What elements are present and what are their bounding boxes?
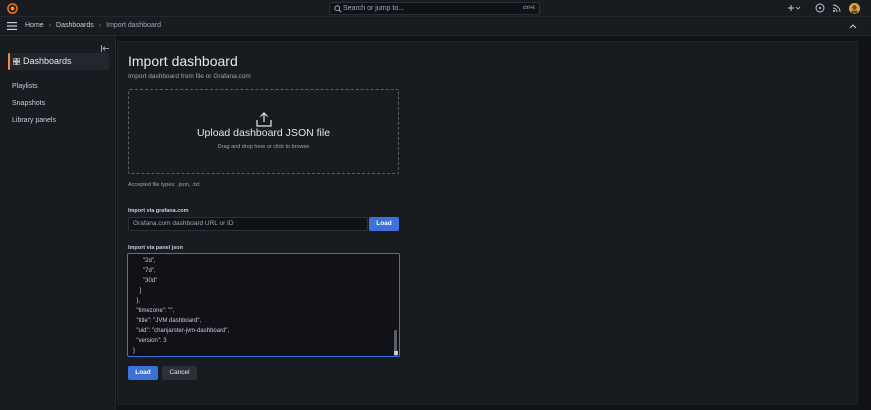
json-line: "7d", <box>133 268 156 274</box>
sidebar: Dashboards Playlists Snapshots Library p… <box>0 36 116 410</box>
json-line: "uid": "chanjarster-jvm-dashboard", <box>133 328 230 334</box>
json-line: "timezone": "", <box>133 308 175 314</box>
add-new-icon[interactable] <box>787 3 801 13</box>
resize-handle[interactable] <box>394 351 398 355</box>
sidebar-section-dashboards[interactable]: Dashboards <box>8 53 109 70</box>
panel-json-label: Import via panel json <box>128 245 184 251</box>
panel-json-textarea[interactable]: "2d", "7d", "30d" ] }, "timezone": "", "… <box>127 253 400 357</box>
json-line: ] <box>133 288 142 294</box>
breadcrumb-current: Import dashboard <box>106 22 161 29</box>
active-indicator <box>8 53 10 70</box>
menu-icon[interactable] <box>7 22 17 30</box>
json-line: }, <box>133 298 141 304</box>
search-placeholder: Search or jump to... <box>343 5 405 12</box>
breadcrumb-bar: Home › Dashboards › Import dashboard <box>0 17 871 36</box>
top-bar: Search or jump to... ctrl+k <box>0 0 871 17</box>
sidebar-item-playlists[interactable]: Playlists <box>12 83 38 90</box>
undock-menu-icon[interactable] <box>101 45 109 52</box>
breadcrumb-home[interactable]: Home <box>25 22 44 29</box>
page-title: Import dashboard <box>128 53 238 69</box>
sidebar-item-snapshots[interactable]: Snapshots <box>12 100 45 107</box>
file-upload-dropzone[interactable]: Upload dashboard JSON file Drag and drop… <box>128 89 399 174</box>
avatar[interactable] <box>849 3 860 14</box>
breadcrumb-separator: › <box>48 22 52 29</box>
grafana-logo-icon[interactable] <box>7 3 18 14</box>
grafana-import-label: Import via grafana.com <box>128 208 189 214</box>
cancel-button[interactable]: Cancel <box>162 366 197 380</box>
json-line: "30d" <box>133 278 158 284</box>
grafana-load-button[interactable]: Load <box>369 217 399 231</box>
help-icon[interactable] <box>815 3 825 13</box>
json-line: "version": 3 <box>133 338 167 344</box>
search-bar[interactable]: Search or jump to... ctrl+k <box>329 2 540 15</box>
search-icon <box>334 5 342 13</box>
news-icon[interactable] <box>832 3 842 13</box>
json-line: "title": "JVM dashboard", <box>133 318 202 324</box>
grafana-url-input[interactable]: Grafana.com dashboard URL or ID <box>128 217 368 231</box>
upload-title: Upload dashboard JSON file <box>196 127 331 139</box>
upload-hint: Drag and drop here or click to browse <box>217 144 310 150</box>
accepted-file-types: Accepted file types: .json, .txt <box>128 182 200 188</box>
breadcrumb-dashboards[interactable]: Dashboards <box>56 22 94 29</box>
chevron-up-icon[interactable] <box>849 23 857 29</box>
json-line: "2d", <box>133 258 156 264</box>
user-avatar-icon <box>849 3 860 14</box>
page-subtitle: Import dashboard from file or Grafana.co… <box>128 73 251 80</box>
sidebar-item-library-panels[interactable]: Library panels <box>12 117 56 124</box>
main-content: Import dashboard Import dashboard from f… <box>117 41 858 405</box>
sidebar-section-label: Dashboards <box>23 56 72 66</box>
breadcrumb: Home › Dashboards › Import dashboard <box>25 22 161 29</box>
search-shortcut: ctrl+k <box>522 5 535 11</box>
load-button[interactable]: Load <box>128 366 158 380</box>
json-line: } <box>133 348 136 354</box>
apps-grid-icon <box>13 58 20 65</box>
upload-icon <box>256 112 272 127</box>
breadcrumb-separator: › <box>98 22 102 29</box>
